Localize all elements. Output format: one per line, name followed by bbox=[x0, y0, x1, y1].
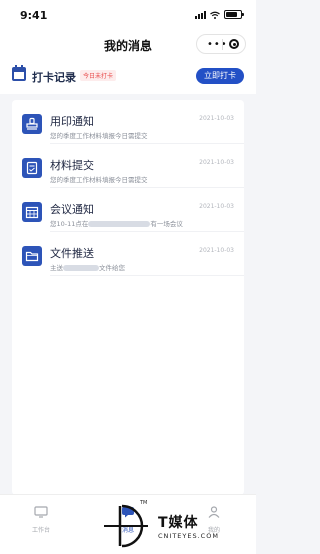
tab-label: 工作台 bbox=[31, 527, 50, 534]
message-desc: 您的季度工作材料填报今日需提交 bbox=[50, 176, 148, 184]
message-title: 会议通知 bbox=[50, 203, 94, 216]
more-icon[interactable]: ••• bbox=[207, 40, 228, 50]
stamp-icon bbox=[22, 114, 42, 134]
watermark: TM T媒体 CNITEYES.COM bbox=[100, 500, 220, 550]
checkin-status-badge: 今日未打卡 bbox=[80, 70, 117, 81]
message-title: 材料提交 bbox=[50, 159, 94, 172]
wifi-icon bbox=[210, 11, 220, 19]
tab-workbench[interactable]: 工作台 bbox=[21, 503, 61, 534]
message-desc: 您10-11点在 有一场会议 bbox=[50, 220, 183, 228]
redacted-text bbox=[88, 221, 151, 227]
message-item[interactable]: 材料提交 您的季度工作材料填报今日需提交 2021-10-03 bbox=[12, 148, 244, 188]
watermark-text: T媒体 bbox=[158, 515, 199, 531]
redacted-text bbox=[63, 265, 99, 271]
status-bar: 9:41 bbox=[0, 0, 256, 30]
divider bbox=[50, 143, 244, 144]
message-item[interactable]: 会议通知 您10-11点在 有一场会议 2021-10-03 bbox=[12, 192, 244, 232]
checkin-bar: 打卡记录 今日未打卡 立即打卡 bbox=[0, 60, 256, 94]
calendar-grid-icon bbox=[22, 202, 42, 222]
message-desc: 主送 文件给您 bbox=[50, 264, 125, 272]
signal-icon bbox=[195, 10, 206, 19]
message-date: 2021-10-03 bbox=[199, 159, 234, 166]
document-icon bbox=[22, 158, 42, 178]
calendar-icon bbox=[12, 65, 26, 81]
divider bbox=[50, 187, 244, 188]
battery-icon bbox=[224, 10, 244, 19]
divider bbox=[50, 275, 244, 276]
message-date: 2021-10-03 bbox=[199, 247, 234, 254]
folder-icon bbox=[22, 246, 42, 266]
watermark-logo-icon bbox=[104, 504, 148, 548]
message-item[interactable]: 用印通知 您的季度工作材料填报今日需提交 2021-10-03 bbox=[12, 104, 244, 144]
watermark-tm: TM bbox=[140, 500, 148, 506]
message-title: 用印通知 bbox=[50, 115, 94, 128]
navigation-bar: 我的消息 ••• bbox=[0, 30, 256, 60]
miniprogram-capsule: ••• bbox=[196, 34, 246, 54]
message-title: 文件推送 bbox=[50, 247, 94, 260]
message-date: 2021-10-03 bbox=[199, 203, 234, 210]
message-desc: 您的季度工作材料填报今日需提交 bbox=[50, 132, 148, 140]
close-target-icon[interactable] bbox=[229, 39, 239, 49]
checkin-now-button[interactable]: 立即打卡 bbox=[196, 68, 244, 84]
status-time: 9:41 bbox=[20, 9, 48, 22]
capsule-divider bbox=[222, 39, 223, 50]
system-indicators bbox=[195, 10, 244, 19]
watermark-subtext: CNITEYES.COM bbox=[158, 532, 219, 540]
message-date: 2021-10-03 bbox=[199, 115, 234, 122]
monitor-icon bbox=[34, 506, 48, 518]
message-list: 用印通知 您的季度工作材料填报今日需提交 2021-10-03 材料提交 您的季… bbox=[12, 100, 244, 495]
message-item[interactable]: 文件推送 主送 文件给您 2021-10-03 bbox=[12, 236, 244, 276]
checkin-title[interactable]: 打卡记录 bbox=[32, 69, 76, 85]
divider bbox=[50, 231, 244, 232]
